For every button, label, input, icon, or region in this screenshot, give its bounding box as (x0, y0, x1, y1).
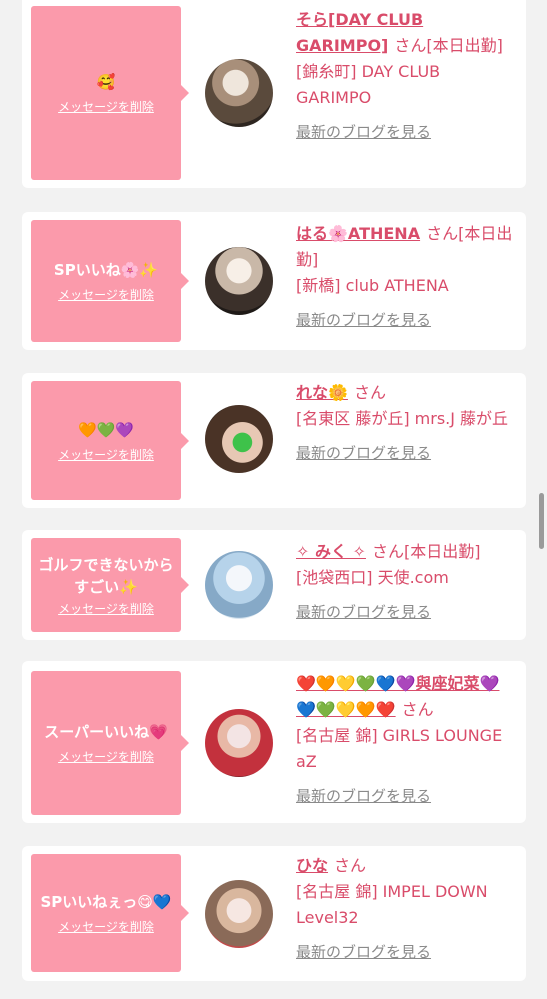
cast-name-link[interactable]: ひな (296, 856, 328, 875)
cast-info: ひな さん [名古屋 錦] IMPEL DOWN Level32 最新のブログを見… (296, 853, 518, 965)
cast-name-link[interactable]: ❤️🧡💛💚💙💜與座妃菜💜💙💚💛🧡❤️ (296, 674, 499, 719)
avatar[interactable] (205, 551, 273, 619)
message-bubble: SPいいねぇっ😋💙 メッセージを削除 (31, 854, 189, 972)
page: { "labels": { "delete": "メッセージを削除", "blo… (0, 0, 547, 999)
message-text: SPいいね🌸✨ (53, 261, 159, 279)
cast-info: ✧ みく ✧ さん[本日出勤] [池袋西口] 天使.com 最新のブログを見る (296, 539, 518, 625)
message-bubble: ゴルフできないからすごい✨ メッセージを削除 (31, 538, 189, 632)
shop-name: [名古屋 錦] GIRLS LOUNGE aZ (296, 726, 503, 771)
message-bubble: スーパーいいね💗 メッセージを削除 (31, 671, 189, 815)
avatar[interactable] (205, 405, 273, 473)
blog-link[interactable]: 最新のブログを見る (296, 307, 518, 333)
shop-name: [錦糸町] DAY CLUB GARIMPO (296, 62, 441, 107)
cast-info: そら[DAY CLUB GARIMPO] さん[本日出勤] [錦糸町] DAY C… (296, 7, 518, 145)
shop-name: [新橋] club ATHENA (296, 276, 449, 295)
shop-name: [名古屋 錦] IMPEL DOWN Level32 (296, 882, 488, 927)
cast-info: れな🌼 さん [名東区 藤が丘] mrs.J 藤が丘 最新のブログを見る (296, 380, 518, 466)
honorific: さん (353, 383, 386, 402)
blog-link[interactable]: 最新のブログを見る (296, 939, 518, 965)
message-text: SPいいねぇっ😋💙 (40, 893, 172, 911)
work-status: [本日出勤] (403, 542, 481, 561)
blog-link[interactable]: 最新のブログを見る (296, 599, 518, 625)
message-bubble: 🥰 メッセージを削除 (31, 6, 189, 180)
delete-message-link[interactable]: メッセージを削除 (58, 446, 154, 463)
blog-link[interactable]: 最新のブログを見る (296, 783, 518, 809)
work-status: [本日出勤] (426, 36, 503, 55)
cast-name-link[interactable]: れな🌼 (296, 383, 348, 402)
favorite-card: SPいいね🌸✨ メッセージを削除 はる🌸ATHENA さん[本日出勤] [新橋] … (22, 212, 526, 350)
message-text: ゴルフできないからすごい✨ (38, 555, 174, 596)
cast-name-link[interactable]: ✧ みく ✧ (296, 542, 366, 561)
avatar[interactable] (205, 59, 273, 127)
cast-info: はる🌸ATHENA さん[本日出勤] [新橋] club ATHENA 最新のブロ… (296, 221, 518, 333)
avatar[interactable] (205, 880, 273, 948)
delete-message-link[interactable]: メッセージを削除 (58, 918, 154, 935)
honorific: さん (401, 700, 434, 719)
blog-link[interactable]: 最新のブログを見る (296, 119, 518, 145)
shop-name: [名東区 藤が丘] mrs.J 藤が丘 (296, 409, 509, 428)
message-text: 🥰 (96, 73, 116, 91)
delete-message-link[interactable]: メッセージを削除 (58, 748, 154, 765)
message-bubble: SPいいね🌸✨ メッセージを削除 (31, 220, 189, 342)
favorite-card: スーパーいいね💗 メッセージを削除 ❤️🧡💛💚💙💜與座妃菜💜💙💚💛🧡❤️ さん [… (22, 661, 526, 823)
avatar[interactable] (205, 247, 273, 315)
message-text: スーパーいいね💗 (44, 723, 168, 741)
delete-message-link[interactable]: メッセージを削除 (58, 286, 154, 303)
favorite-card: SPいいねぇっ😋💙 メッセージを削除 ひな さん [名古屋 錦] IMPEL DO… (22, 846, 526, 981)
delete-message-link[interactable]: メッセージを削除 (58, 98, 154, 115)
favorite-card: 🥰 メッセージを削除 そら[DAY CLUB GARIMPO] さん[本日出勤] … (22, 0, 526, 188)
shop-name: [池袋西口] 天使.com (296, 568, 449, 587)
honorific: さん (334, 856, 367, 875)
favorite-card: 🧡💚💜 メッセージを削除 れな🌼 さん [名東区 藤が丘] mrs.J 藤が丘 最… (22, 373, 526, 508)
message-bubble: 🧡💚💜 メッセージを削除 (31, 381, 189, 500)
avatar[interactable] (205, 709, 273, 777)
honorific: さん (394, 36, 427, 55)
honorific: さん (371, 542, 404, 561)
cast-name-link[interactable]: はる🌸ATHENA (296, 224, 420, 243)
blog-link[interactable]: 最新のブログを見る (296, 440, 518, 466)
honorific: さん (426, 224, 459, 243)
favorite-card: ゴルフできないからすごい✨ メッセージを削除 ✧ みく ✧ さん[本日出勤] [池… (22, 530, 526, 640)
scrollbar[interactable] (539, 493, 544, 549)
delete-message-link[interactable]: メッセージを削除 (58, 600, 154, 617)
message-text: 🧡💚💜 (77, 420, 135, 439)
cast-info: ❤️🧡💛💚💙💜與座妃菜💜💙💚💛🧡❤️ さん [名古屋 錦] GIRLS LOUNG… (296, 671, 518, 809)
